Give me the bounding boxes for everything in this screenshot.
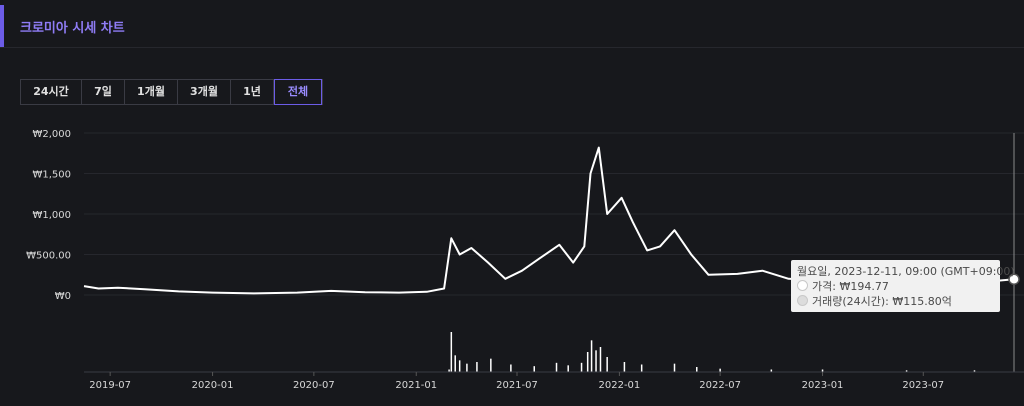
y-tick-label: ₩1,500 [32,170,71,181]
hover-tooltip: 월요일, 2023-12-11, 09:00 (GMT+09:00) 가격: ₩… [791,260,1015,312]
volume-bar [586,352,589,372]
tooltip-volume-label: 거래량(24시간): [812,295,889,308]
volume-bar [606,357,608,372]
tooltip-price-value: ₩194.77 [839,280,889,293]
volume-dot-icon [797,295,808,306]
x-tick-label: 2020-01 [192,380,234,391]
x-tick-label: 2019-07 [89,380,131,391]
volume-bar [595,350,597,372]
y-tick-label: ₩1,000 [32,210,71,221]
tooltip-price-row: 가격: ₩194.77 [797,279,1000,294]
volume-bar [599,347,602,372]
price-chart[interactable]: ₩0 ₩500.00 ₩1,000 ₩1,500 ₩2,000 2019-07 2020-… [0,0,1024,406]
tooltip-volume-row: 거래량(24시간): ₩115.80억 [797,294,1000,309]
volume-bar [673,363,676,372]
tooltip-date: 월요일, 2023-12-11, 09:00 (GMT+09:00) [797,265,1015,278]
volume-bar [696,367,698,372]
volume-bar [555,362,558,372]
x-tick-label: 2022-07 [699,380,741,391]
volume-bar [476,362,478,372]
x-tick-label: 2022-01 [599,380,641,391]
x-tick-label: 2020-07 [293,380,335,391]
tooltip-volume-value: ₩115.80억 [892,295,952,308]
volume-bar [466,363,468,372]
volume-bar [510,364,512,372]
volume-bar [640,364,643,372]
x-tick-label: 2021-01 [395,380,437,391]
tooltip-price-label: 가격: [812,280,836,293]
volume-bar [454,355,456,372]
y-tick-label: ₩2,000 [32,129,71,140]
volume-bar [450,332,453,372]
volume-bar [490,358,492,372]
volume-bar [533,366,536,372]
x-tick-label: 2023-01 [802,380,844,391]
price-dot-icon [797,280,808,291]
x-tick-label: 2023-07 [902,380,944,391]
volume-bar [567,365,569,372]
volume-bar [623,362,626,372]
y-tick-label: ₩500.00 [26,251,71,262]
volume-bar [590,340,593,372]
volume-bar [458,360,461,372]
x-tick-label: 2021-07 [496,380,538,391]
volume-bar [580,362,583,372]
y-tick-label: ₩0 [55,291,71,302]
